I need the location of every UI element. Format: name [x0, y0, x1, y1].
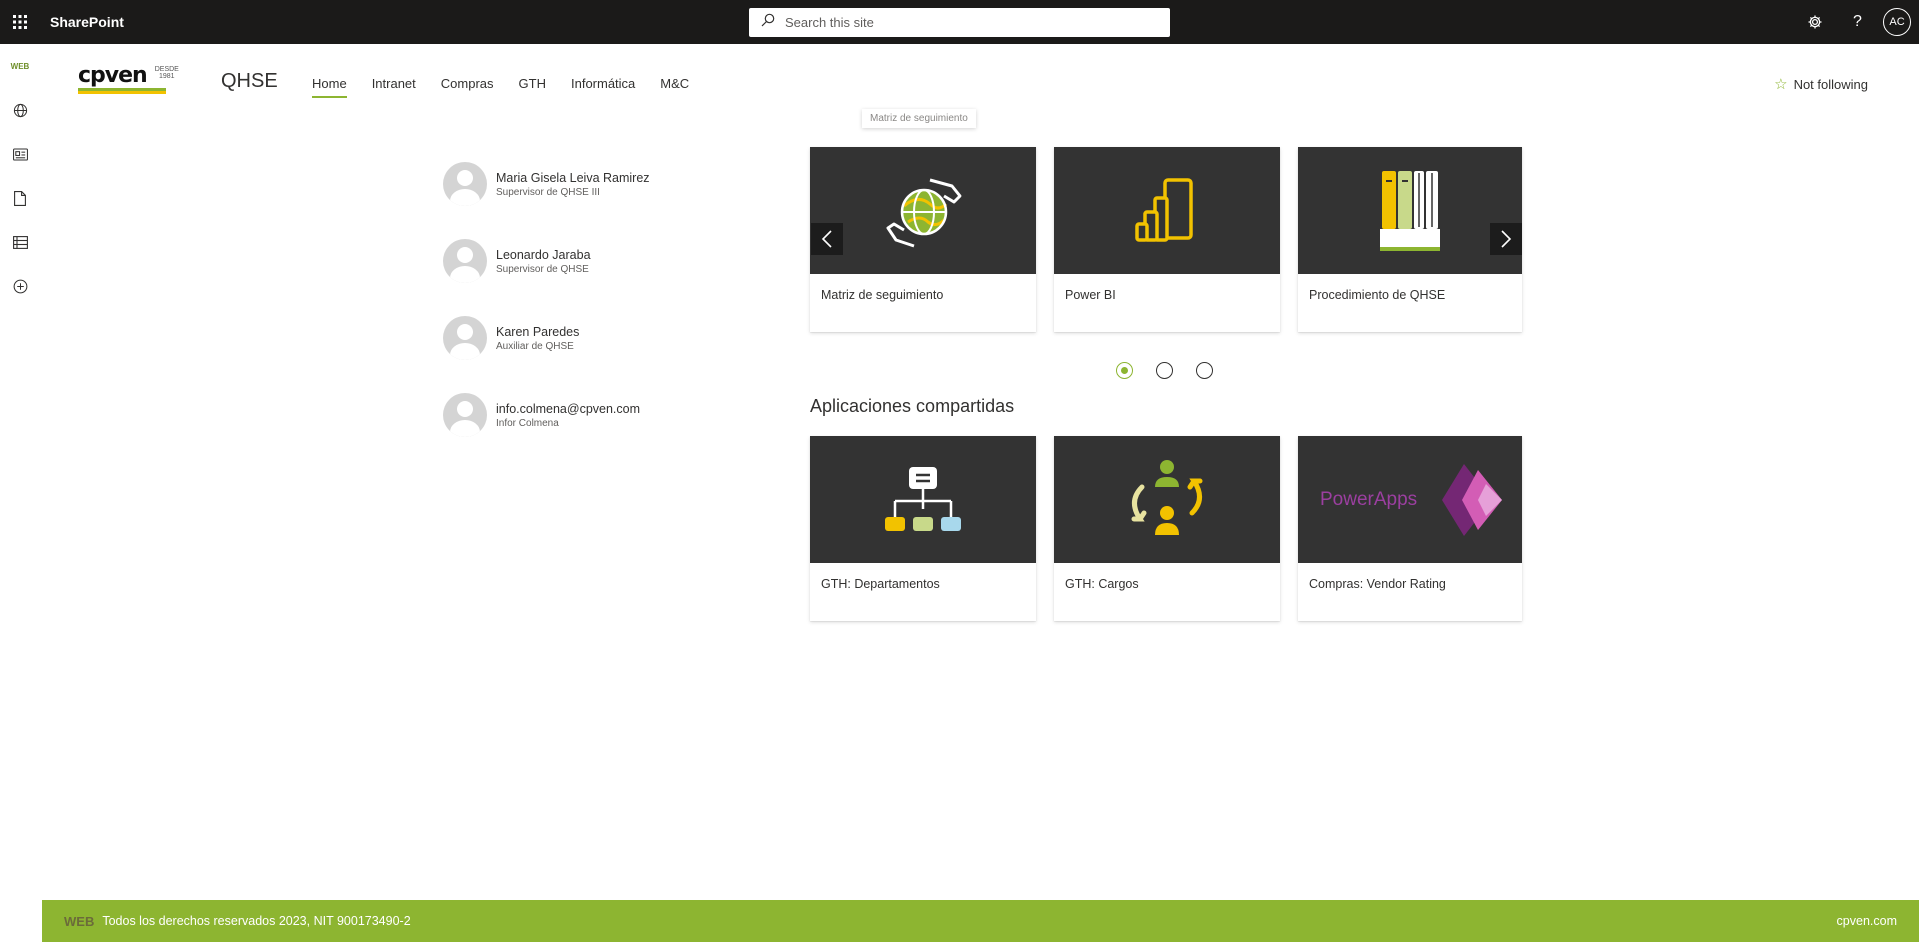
tile-procedimiento-qhse[interactable]: Procedimiento de QHSE: [1298, 147, 1522, 332]
logo-year: 1981: [158, 73, 175, 80]
person-name: info.colmena@cpven.com: [496, 401, 641, 416]
app-launcher-icon[interactable]: [0, 0, 40, 44]
search-box[interactable]: [749, 8, 1170, 37]
user-avatar[interactable]: AC: [1883, 8, 1911, 36]
powerapps-icon: [1442, 463, 1502, 536]
carousel-pagination: [1116, 362, 1236, 379]
nav-informatica[interactable]: Informática: [571, 76, 635, 98]
section-title: Aplicaciones compartidas: [810, 396, 1015, 416]
powerapps-wordmark: PowerApps: [1320, 488, 1418, 510]
document-icon[interactable]: [0, 176, 40, 220]
tile-power-bi[interactable]: Power BI: [1054, 147, 1280, 332]
person-name: Leonardo Jaraba: [496, 247, 591, 262]
settings-gear-icon[interactable]: [1793, 0, 1836, 44]
person-name: Maria Gisela Leiva Ramirez: [496, 170, 650, 185]
person-card[interactable]: Maria Gisela Leiva Ramirez Supervisor de…: [443, 162, 650, 206]
create-plus-icon[interactable]: [0, 264, 40, 308]
carousel-next-button[interactable]: [1490, 223, 1522, 255]
nav-home[interactable]: Home: [312, 76, 347, 98]
tile-label: GTH: Departamentos: [821, 577, 940, 591]
tile-matriz-seguimiento[interactable]: Matriz de seguimiento: [810, 147, 1036, 332]
person-card[interactable]: Leonardo Jaraba Supervisor de QHSE: [443, 239, 650, 283]
tile-label: GTH: Cargos: [1065, 577, 1139, 591]
nav-gth[interactable]: GTH: [519, 76, 546, 98]
avatar: [443, 393, 487, 437]
site-footer: WEB Todos los derechos reservados 2023, …: [42, 900, 1919, 942]
person-card[interactable]: Karen Paredes Auxiliar de QHSE: [443, 316, 650, 360]
person-role: Infor Colmena: [496, 417, 559, 429]
app-bar: WEB: [0, 44, 40, 942]
top-navigation: Home Intranet Compras GTH Informática M&…: [312, 76, 714, 98]
carousel-dot-1[interactable]: [1116, 362, 1133, 379]
web-site-icon[interactable]: WEB: [0, 44, 40, 88]
news-icon[interactable]: [0, 132, 40, 176]
help-icon[interactable]: ?: [1836, 0, 1879, 44]
footer-web-logo: WEB: [64, 913, 95, 929]
logo-desde: DESDE: [154, 66, 179, 73]
nav-intranet[interactable]: Intranet: [372, 76, 416, 98]
carousel-dot-2[interactable]: [1156, 362, 1173, 379]
tile-gth-departamentos[interactable]: GTH: Departamentos: [810, 436, 1036, 621]
org-chart-icon: [885, 466, 961, 531]
app-name[interactable]: SharePoint: [50, 14, 124, 30]
person-role: Auxiliar de QHSE: [496, 340, 574, 352]
power-bi-icon: [1135, 177, 1193, 242]
globe-hands-icon: [886, 178, 962, 247]
star-icon: ☆: [1774, 76, 1788, 93]
suite-bar: SharePoint ? AC: [0, 0, 1919, 44]
logo-text: cpven: [78, 63, 148, 88]
person-card[interactable]: info.colmena@cpven.com Infor Colmena: [443, 393, 650, 437]
logo-stripe: [78, 88, 166, 94]
tile-label: Matriz de seguimiento: [821, 288, 944, 302]
tile-tooltip: Matriz de seguimiento: [862, 109, 976, 128]
person-role: Supervisor de QHSE: [496, 263, 589, 275]
follow-button[interactable]: ☆ Not following: [1774, 75, 1868, 93]
carousel-dot-3[interactable]: [1196, 362, 1213, 379]
nav-mc[interactable]: M&C: [660, 76, 689, 98]
binders-icon: [1380, 170, 1440, 251]
chevron-left-icon: [821, 230, 832, 248]
avatar: [443, 162, 487, 206]
people-cycle-icon: [1131, 459, 1203, 535]
globe-icon[interactable]: [0, 88, 40, 132]
list-icon[interactable]: [0, 220, 40, 264]
footer-text: Todos los derechos reservados 2023, NIT …: [102, 914, 411, 928]
avatar: [443, 316, 487, 360]
tile-label: Compras: Vendor Rating: [1309, 577, 1446, 591]
person-name: Karen Paredes: [496, 324, 580, 339]
site-title[interactable]: QHSE: [221, 70, 278, 93]
tile-gth-cargos[interactable]: GTH: Cargos: [1054, 436, 1280, 621]
tile-label: Procedimiento de QHSE: [1309, 288, 1446, 302]
avatar: [443, 239, 487, 283]
follow-label: Not following: [1793, 76, 1868, 92]
footer-link[interactable]: cpven.com: [1837, 914, 1897, 928]
people-list: Maria Gisela Leiva Ramirez Supervisor de…: [443, 162, 650, 470]
site-logo[interactable]: cpven DESDE 1981: [78, 63, 179, 94]
search-input[interactable]: [785, 15, 1145, 30]
tile-compras-vendor-rating[interactable]: PowerApps Compras: Vendor Rating: [1298, 436, 1522, 621]
carousel-prev-button[interactable]: [811, 223, 843, 255]
search-icon: [761, 13, 775, 32]
tile-label: Power BI: [1065, 288, 1116, 302]
chevron-right-icon: [1501, 230, 1512, 248]
person-role: Supervisor de QHSE III: [496, 186, 600, 198]
nav-compras[interactable]: Compras: [441, 76, 494, 98]
